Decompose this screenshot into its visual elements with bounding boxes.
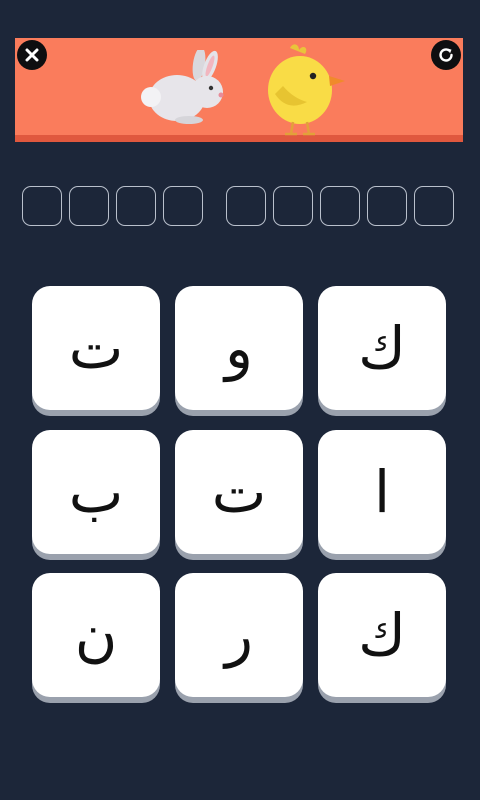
letter-tile[interactable]: ب: [32, 430, 160, 554]
answer-slot[interactable]: [69, 186, 109, 226]
answer-slot[interactable]: [273, 186, 313, 226]
letter-tile[interactable]: ك: [318, 573, 446, 697]
answer-slot[interactable]: [320, 186, 360, 226]
close-button[interactable]: [17, 40, 47, 70]
tile-letter: ا: [373, 458, 391, 526]
refresh-icon: [439, 48, 453, 62]
answer-slot[interactable]: [22, 186, 62, 226]
letter-tile[interactable]: ا: [318, 430, 446, 554]
letter-tile[interactable]: ت: [32, 286, 160, 410]
tile-letter: ب: [68, 458, 124, 526]
letter-tile[interactable]: ت: [175, 430, 303, 554]
tile-letter: ت: [211, 458, 267, 526]
answer-slot[interactable]: [414, 186, 454, 226]
restart-button[interactable]: [431, 40, 461, 70]
chick-picture: [268, 44, 345, 136]
answer-slot[interactable]: [163, 186, 203, 226]
answer-slots: [0, 186, 480, 230]
letter-tile[interactable]: ن: [32, 573, 160, 697]
letter-tile[interactable]: ر: [175, 573, 303, 697]
close-icon: [25, 48, 39, 62]
tile-letter: ن: [74, 601, 118, 669]
tile-letter: ك: [358, 314, 406, 382]
tile-letter: و: [224, 314, 253, 382]
letter-tile[interactable]: ك: [318, 286, 446, 410]
rabbit-picture: [141, 50, 224, 124]
answer-slot[interactable]: [367, 186, 407, 226]
tile-letter: ت: [68, 314, 124, 382]
answer-slot[interactable]: [116, 186, 156, 226]
answer-slot[interactable]: [226, 186, 266, 226]
letter-tile[interactable]: و: [175, 286, 303, 410]
tile-letter: ر: [224, 601, 253, 669]
tile-letter: ك: [358, 601, 406, 669]
picture-clue-banner: [15, 38, 463, 142]
